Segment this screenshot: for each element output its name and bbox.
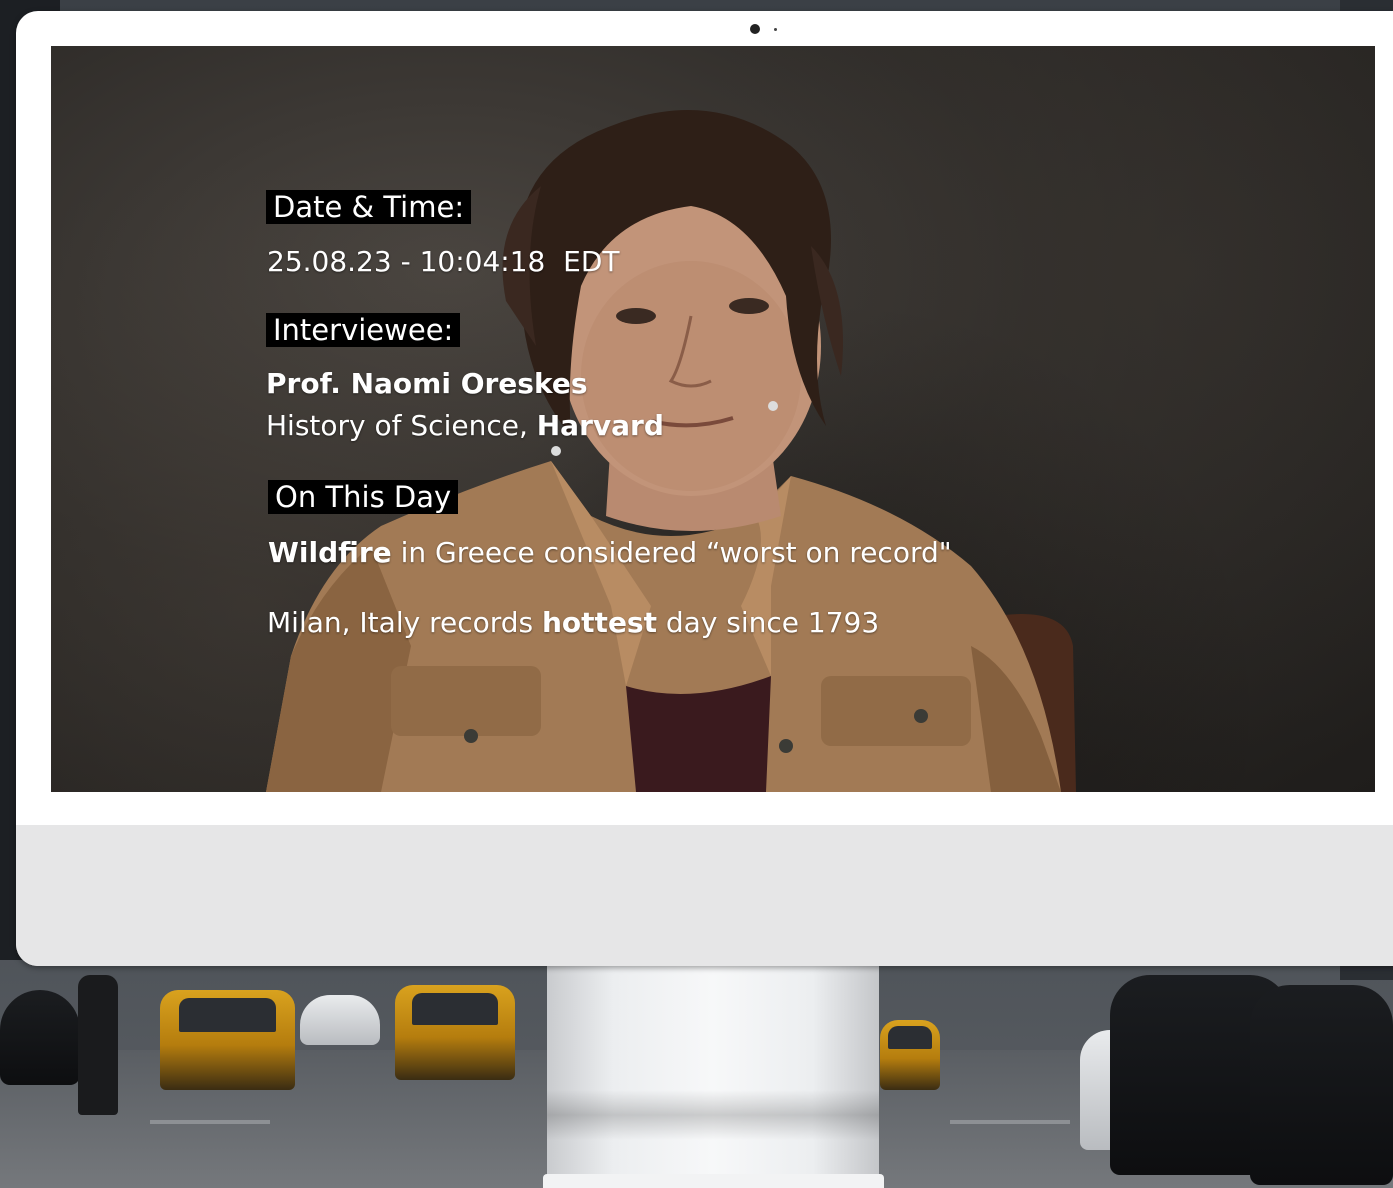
- dark-suv: [1250, 985, 1393, 1185]
- interviewee-name: Prof. Naomi Oreskes: [266, 367, 588, 400]
- interviewee-label: Interviewee:: [266, 313, 461, 347]
- sensor-dot: [774, 28, 777, 31]
- date-time-label: Date & Time:: [266, 190, 472, 224]
- timezone: EDT: [563, 245, 620, 278]
- taxi-car: [880, 1020, 940, 1090]
- event2-bold: hottest: [542, 606, 657, 639]
- taxi-car: [395, 985, 515, 1080]
- pedestrian: [78, 975, 118, 1115]
- monitor-stand-shadow: [547, 1090, 879, 1140]
- camera-icon: [750, 24, 760, 34]
- lane-marking: [150, 1120, 270, 1124]
- on-this-day-label: On This Day: [268, 480, 459, 514]
- monitor-stand-base: [543, 1174, 884, 1188]
- event2-start: Milan, Italy records: [267, 606, 542, 639]
- mockup-stage: Date & Time: 25.08.23 - 10:04:18 EDT Int…: [0, 0, 1393, 1188]
- video-screen[interactable]: Date & Time: 25.08.23 - 10:04:18 EDT Int…: [51, 46, 1375, 792]
- event2-end: day since 1793: [656, 606, 880, 639]
- interviewee-affiliation: History of Science, Harvard: [266, 409, 664, 443]
- taxi-car: [160, 990, 295, 1090]
- info-overlay: Date & Time: 25.08.23 - 10:04:18 EDT Int…: [51, 46, 1375, 792]
- date-time-value: 25.08.23 - 10:04:18: [267, 245, 546, 278]
- interviewee-org: Harvard: [536, 409, 664, 442]
- date-time-value-row: 25.08.23 - 10:04:18 EDT: [267, 245, 620, 279]
- event-wildfire: Wildfire in Greece considered “worst on …: [268, 536, 952, 570]
- white-car: [300, 995, 380, 1045]
- event1-rest: in Greece considered “worst on record": [391, 536, 952, 569]
- dark-car: [0, 990, 80, 1085]
- monitor-chin: [16, 825, 1393, 966]
- event1-bold: Wildfire: [268, 536, 392, 569]
- monitor-frame: Date & Time: 25.08.23 - 10:04:18 EDT Int…: [16, 11, 1393, 966]
- monitor-stand: [547, 960, 879, 1188]
- interviewee-dept: History of Science,: [266, 409, 528, 442]
- event-hottest-day: Milan, Italy records hottest day since 1…: [267, 606, 879, 640]
- lane-marking: [950, 1120, 1070, 1124]
